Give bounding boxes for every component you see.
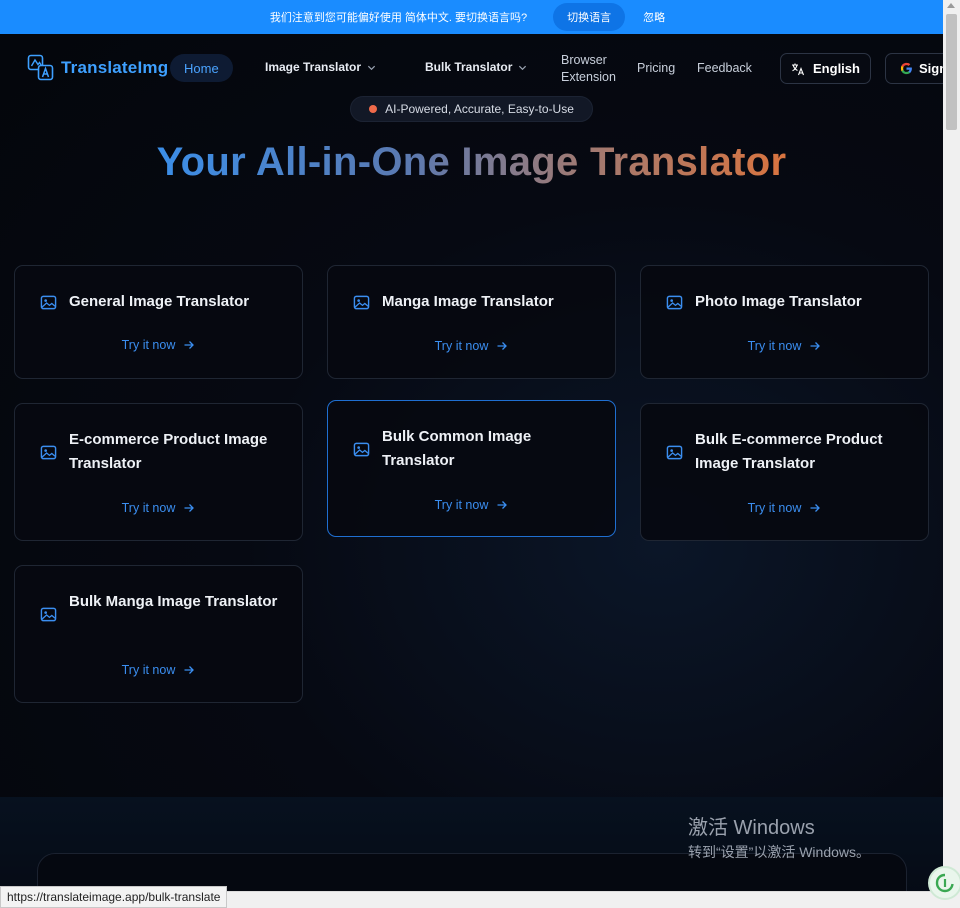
try-it-now-link[interactable]: Try it now [328, 339, 615, 353]
scroll-up-arrow-icon[interactable] [947, 3, 955, 8]
logo-text: TranslateImg [61, 57, 169, 77]
image-icon [353, 295, 370, 310]
site-header: TranslateImg Home Image Translator Bulk … [0, 34, 943, 102]
floating-assistant-button[interactable] [928, 866, 960, 900]
arrow-right-icon [810, 342, 821, 350]
translate-logo-icon [27, 54, 54, 81]
card-title: Bulk Common Image Translator [382, 428, 532, 469]
windows-activation-subtitle: 转到“设置”以激活 Windows。 [688, 844, 871, 860]
card-title: E-commerce Product Image Translator [69, 431, 268, 472]
language-select-button[interactable]: English [780, 53, 871, 84]
card-title: Photo Image Translator [695, 293, 862, 310]
image-icon [40, 295, 57, 310]
try-it-now-label: Try it now [434, 339, 489, 353]
try-it-now-label: Try it now [121, 501, 176, 515]
try-it-now-label: Try it now [121, 338, 176, 352]
try-it-now-link[interactable]: Try it now [15, 663, 302, 677]
hero-title: Your All-in-One Image Translator [0, 140, 943, 185]
chevron-down-icon [367, 65, 376, 70]
card-title: Manga Image Translator [382, 293, 554, 310]
scrollbar-thumb[interactable] [946, 14, 957, 130]
try-it-now-label: Try it now [747, 339, 802, 353]
hero-title-text: Your All-in-One Image Translator [156, 140, 787, 184]
status-bar-url: https://translateimage.app/bulk-translat… [0, 886, 228, 908]
arrow-right-icon [810, 504, 821, 512]
arrow-right-icon [184, 504, 195, 512]
card-manga-image-translator[interactable]: Manga Image Translator Try it now [327, 265, 616, 379]
assistant-icon [935, 873, 954, 893]
page-viewport: 我们注意到您可能偏好使用 简体中文. 要切换语言吗? 切换语言 忽略 Trans… [0, 0, 943, 908]
arrow-right-icon [184, 341, 195, 349]
nav-bulk-translator[interactable]: Bulk Translator [425, 60, 527, 74]
status-dot [369, 105, 378, 113]
hero-badge-text: AI-Powered, Accurate, Easy-to-Use [385, 102, 574, 116]
card-ecommerce-product-image-translator[interactable]: E-commerce Product Image Translator Try … [14, 403, 303, 541]
chevron-down-icon [519, 65, 527, 70]
try-it-now-label: Try it now [434, 498, 489, 512]
try-it-now-link[interactable]: Try it now [641, 339, 928, 353]
windows-activation-title: 激活 Windows [688, 817, 815, 839]
image-icon [40, 607, 57, 622]
language-suggestion-message: 我们注意到您可能偏好使用 简体中文. 要切换语言吗? [269, 12, 528, 24]
try-it-now-link[interactable]: Try it now [328, 498, 615, 512]
nav-browser-extension[interactable]: Browser Extension [561, 52, 616, 86]
image-icon [353, 442, 370, 457]
nav-image-translator-label: Image Translator [265, 60, 362, 74]
nav-browser-extension-line1: Browser [561, 53, 607, 67]
arrow-right-icon [497, 501, 508, 509]
image-icon [666, 445, 683, 460]
try-it-now-label: Try it now [121, 663, 176, 677]
card-bulk-manga-image-translator[interactable]: Bulk Manga Image Translator Try it now [14, 565, 303, 703]
translate-icon [792, 63, 805, 75]
nav-bulk-translator-label: Bulk Translator [425, 60, 513, 74]
image-icon [40, 445, 57, 460]
ignore-button[interactable]: 忽略 [635, 3, 673, 31]
try-it-now-link[interactable]: Try it now [15, 338, 302, 352]
logo[interactable]: TranslateImg [27, 54, 168, 81]
card-general-image-translator[interactable]: General Image Translator Try it now [14, 265, 303, 379]
language-suggestion-bar: 我们注意到您可能偏好使用 简体中文. 要切换语言吗? 切换语言 忽略 [0, 0, 943, 34]
image-icon [666, 295, 683, 310]
nav-feedback[interactable]: Feedback [697, 61, 752, 75]
windows-activation-watermark: 激活 Windows 转到“设置”以激活 Windows。 [688, 811, 870, 862]
nav-browser-extension-line2: Extension [561, 70, 616, 84]
try-it-now-label: Try it now [747, 501, 802, 515]
arrow-right-icon [184, 666, 195, 674]
arrow-right-icon [497, 342, 508, 350]
card-bulk-common-image-translator[interactable]: Bulk Common Image Translator Try it now [327, 400, 616, 537]
google-sign-in-button[interactable]: Sign [885, 53, 943, 84]
card-bulk-ecommerce-product-image-translator[interactable]: Bulk E-commerce Product Image Translator… [640, 403, 929, 541]
hero-badge: AI-Powered, Accurate, Easy-to-Use [350, 96, 593, 122]
switch-language-button[interactable]: 切换语言 [553, 3, 626, 31]
card-title: Bulk Manga Image Translator [69, 593, 278, 610]
card-photo-image-translator[interactable]: Photo Image Translator Try it now [640, 265, 929, 379]
language-button-label: English [813, 61, 860, 76]
card-title: General Image Translator [69, 293, 250, 310]
try-it-now-link[interactable]: Try it now [641, 501, 928, 515]
nav-image-translator[interactable]: Image Translator [265, 60, 376, 74]
sign-in-button-label: Sign [919, 61, 943, 76]
nav-pricing[interactable]: Pricing [637, 61, 675, 75]
try-it-now-link[interactable]: Try it now [15, 501, 302, 515]
google-icon [900, 62, 912, 75]
card-title: Bulk E-commerce Product Image Translator [695, 431, 883, 472]
nav-home[interactable]: Home [170, 54, 233, 82]
vertical-scrollbar[interactable] [943, 0, 960, 908]
